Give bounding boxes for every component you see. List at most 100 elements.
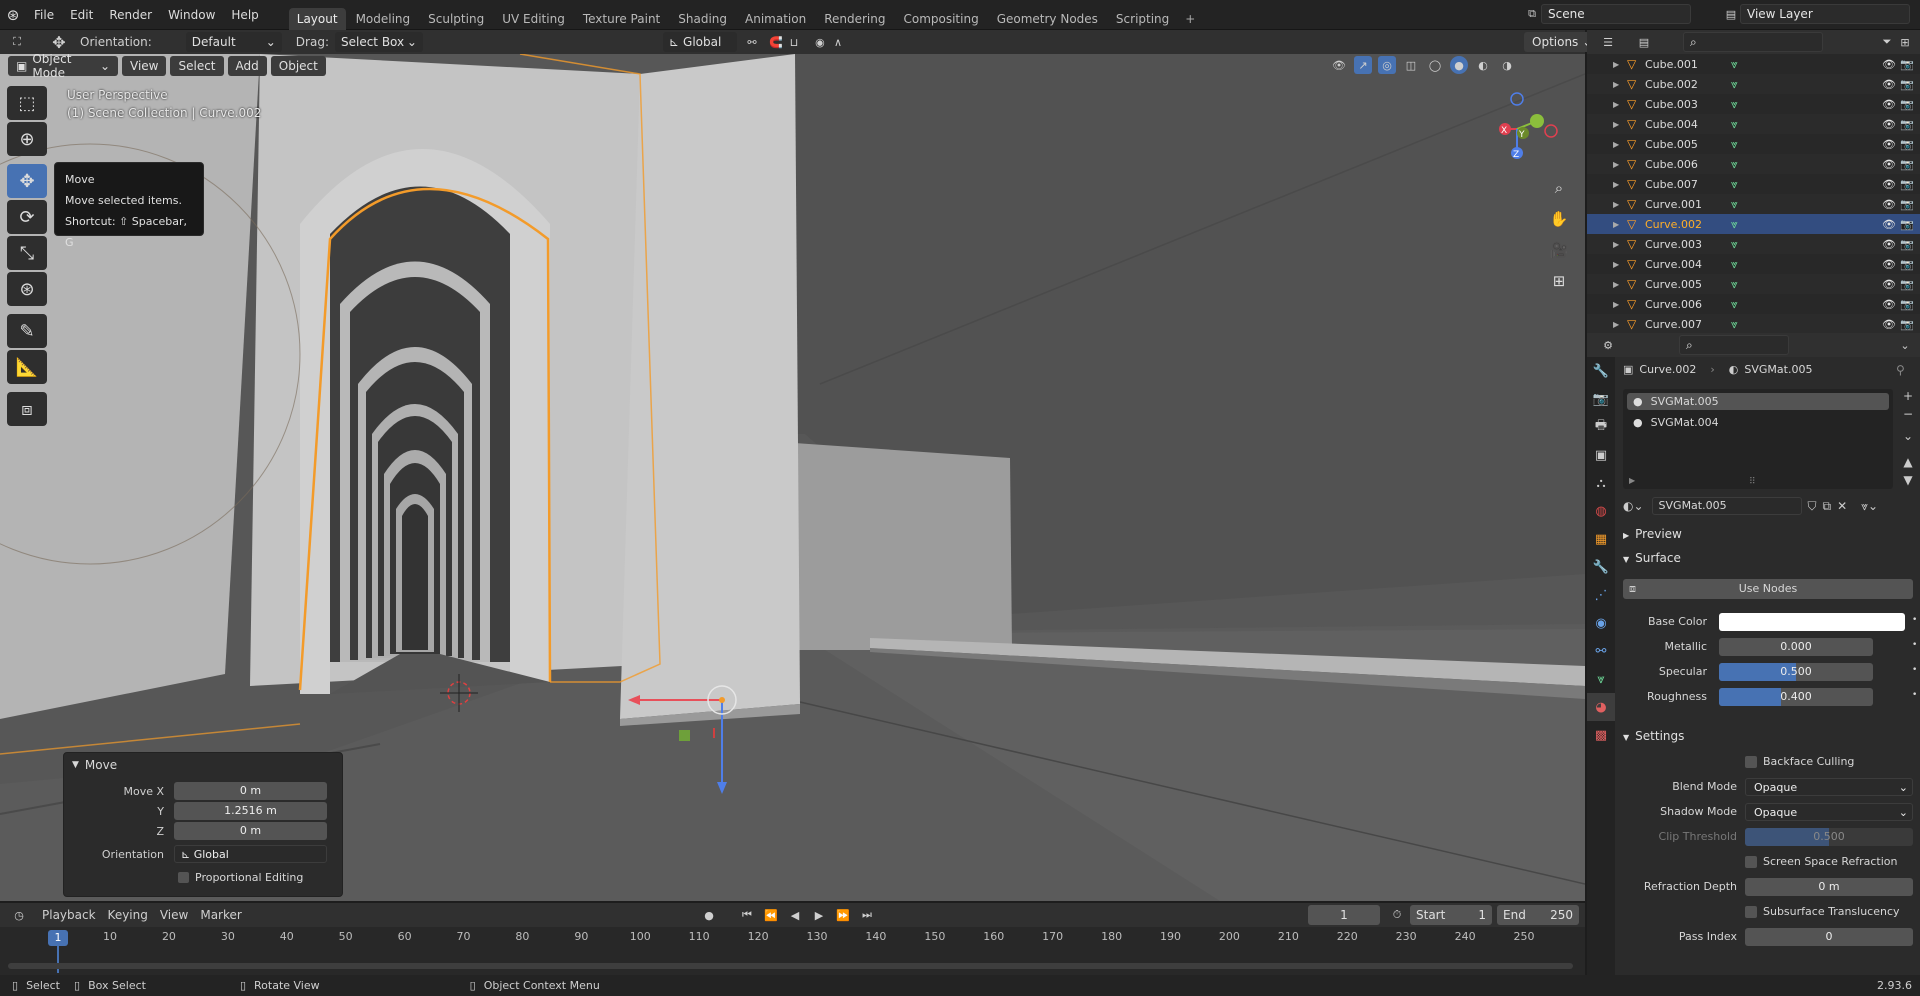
menu-file[interactable]: File — [26, 0, 62, 30]
editor-type-icon[interactable]: ⛶ — [8, 33, 26, 51]
add-cube-tool-icon[interactable]: ⧈ — [7, 392, 47, 426]
render-tab-icon[interactable]: 📷 — [1587, 385, 1615, 413]
render-camera-icon[interactable]: 📷 — [1900, 138, 1914, 151]
outliner-row[interactable]: ▶ ▽ Cube.004 ⩔ 👁 📷 — [1587, 114, 1920, 134]
view-layer-tab-icon[interactable]: ▣ — [1587, 441, 1615, 469]
pass-index-field[interactable]: 0 — [1745, 928, 1913, 946]
move-z-field[interactable]: 0 m — [174, 822, 327, 840]
menu-window[interactable]: Window — [160, 0, 223, 30]
blend-mode-dropdown[interactable]: Opaque ⌄ — [1745, 778, 1913, 796]
backface-culling-checkbox[interactable] — [1745, 756, 1757, 768]
tab-layout[interactable]: Layout — [288, 7, 346, 30]
expand-triangle-icon[interactable]: ▶ — [1629, 476, 1635, 485]
outliner-row[interactable]: ▶ ▽ Curve.001 ⩔ 👁 📷 — [1587, 194, 1920, 214]
duplicate-icon[interactable]: ⧉ — [1823, 499, 1832, 514]
new-collection-icon[interactable]: ⊞ — [1896, 33, 1914, 51]
outliner-editor-icon[interactable]: ☰ — [1599, 33, 1617, 51]
outliner-row[interactable]: ▶ ▽ Curve.006 ⩔ 👁 📷 — [1587, 294, 1920, 314]
menu-add[interactable]: Add — [227, 56, 267, 76]
tab-geometry-nodes[interactable]: Geometry Nodes — [989, 8, 1106, 30]
tab-shading[interactable]: Shading — [670, 8, 735, 30]
jump-start-icon[interactable]: ⏮ — [738, 906, 756, 924]
move-y-field[interactable]: 1.2516 m — [174, 802, 327, 820]
socket-dot-icon[interactable]: • — [1912, 640, 1917, 650]
menu-object[interactable]: Object — [270, 56, 326, 76]
proportional-edit-icon[interactable]: ◉ — [811, 33, 829, 51]
data-tab-icon[interactable]: ⩔ — [1587, 665, 1615, 693]
remove-slot-icon[interactable]: − — [1899, 407, 1917, 425]
material-browse-icon[interactable]: ◐⌄ — [1623, 499, 1644, 513]
fake-user-icon[interactable]: ⛉ — [1808, 499, 1817, 514]
eye-icon[interactable]: 👁 — [1882, 318, 1896, 331]
playhead[interactable]: 1 — [48, 930, 68, 946]
snap-target-icon[interactable]: ⊔ — [785, 33, 803, 51]
scene-field[interactable]: Scene — [1541, 4, 1691, 24]
next-keyframe-icon[interactable]: ⏩ — [834, 906, 852, 924]
scale-tool-icon[interactable]: ⤡ — [7, 236, 47, 270]
eye-icon[interactable]: 👁 — [1882, 258, 1896, 271]
menu-help[interactable]: Help — [223, 0, 266, 30]
move-tool-button-icon[interactable]: ✥ — [7, 164, 47, 198]
tab-rendering[interactable]: Rendering — [816, 8, 893, 30]
disclosure-triangle-icon[interactable]: ▶ — [1613, 240, 1627, 249]
clock-icon[interactable]: ⏱ — [1388, 906, 1406, 924]
slot-item[interactable]: ● SVGMat.004 — [1627, 414, 1889, 431]
refraction-depth-field[interactable]: 0 m — [1745, 878, 1913, 896]
cursor-tool-icon[interactable]: ⊕ — [7, 122, 47, 156]
measure-tool-icon[interactable]: 📐 — [7, 350, 47, 384]
tab-scripting[interactable]: Scripting — [1108, 8, 1177, 30]
modifier-tab-icon[interactable]: 🔧 — [1587, 553, 1615, 581]
tab-sculpting[interactable]: Sculpting — [420, 8, 492, 30]
start-frame-field[interactable]: Start 1 — [1410, 905, 1492, 925]
solid-shading-icon[interactable]: ● — [1450, 56, 1468, 74]
menu-render[interactable]: Render — [101, 0, 160, 30]
drag-dropdown[interactable]: Select Box ⌄ — [334, 32, 423, 52]
eye-icon[interactable]: 👁 — [1882, 178, 1896, 191]
menu-view[interactable]: View — [122, 56, 167, 76]
physics-tab-icon[interactable]: ◉ — [1587, 609, 1615, 637]
outliner-row[interactable]: ▶ ▽ Cube.007 ⩔ 👁 📷 — [1587, 174, 1920, 194]
move-down-icon[interactable]: ▼ — [1899, 473, 1917, 491]
disclosure-triangle-icon[interactable]: ▶ — [1613, 100, 1627, 109]
object-tab-icon[interactable]: ▦ — [1587, 525, 1615, 553]
falloff-icon[interactable]: ∧ — [829, 33, 847, 51]
render-camera-icon[interactable]: 📷 — [1900, 218, 1914, 231]
outliner-row[interactable]: ▶ ▽ Curve.003 ⩔ 👁 📷 — [1587, 234, 1920, 254]
render-camera-icon[interactable]: 📷 — [1900, 238, 1914, 251]
outliner-row[interactable]: ▶ ▽ Curve.002 ⩔ 👁 📷 — [1587, 214, 1920, 234]
render-camera-icon[interactable]: 📷 — [1900, 158, 1914, 171]
constraints-tab-icon[interactable]: ⚯ — [1587, 637, 1615, 665]
particles-tab-icon[interactable]: ⋰ — [1587, 581, 1615, 609]
tab-texture-paint[interactable]: Texture Paint — [575, 8, 668, 30]
clip-threshold-slider[interactable]: 0.500 — [1745, 828, 1913, 846]
display-mode-icon[interactable]: ▤ — [1635, 33, 1653, 51]
material-name-field[interactable]: SVGMat.005 — [1651, 497, 1802, 515]
outliner-search[interactable]: ⌕ — [1683, 32, 1823, 52]
move-x-field[interactable]: 0 m — [174, 782, 327, 800]
metallic-field[interactable]: 0.000 — [1719, 638, 1873, 656]
timeline-area[interactable]: 1102030405060708090100110120130140150160… — [0, 927, 1585, 975]
disclosure-triangle-icon[interactable]: ▶ — [1613, 60, 1627, 69]
record-icon[interactable]: ● — [700, 906, 718, 924]
add-slot-icon[interactable]: + — [1899, 389, 1917, 407]
render-camera-icon[interactable]: 📷 — [1900, 58, 1914, 71]
disclosure-triangle-icon[interactable]: ▶ — [1613, 300, 1627, 309]
outliner-row[interactable]: ▶ ▽ Cube.003 ⩔ 👁 📷 — [1587, 94, 1920, 114]
visibility-icon[interactable]: 👁 — [1330, 56, 1348, 74]
link-type-icon[interactable]: ⩔⌄ — [1861, 499, 1878, 514]
pin-icon[interactable]: ⚲ — [1896, 363, 1905, 377]
outliner-row[interactable]: ▶ ▽ Cube.006 ⩔ 👁 📷 — [1587, 154, 1920, 174]
play-icon[interactable]: ▶ — [810, 906, 828, 924]
render-camera-icon[interactable]: 📷 — [1900, 198, 1914, 211]
jump-end-icon[interactable]: ⏭ — [858, 906, 876, 924]
unlink-icon[interactable]: ✕ — [1837, 499, 1847, 513]
navigation-gizmo[interactable]: X Y Z — [1480, 79, 1560, 169]
eye-icon[interactable]: 👁 — [1882, 278, 1896, 291]
camera-view-icon[interactable]: 🎥 — [1545, 236, 1573, 264]
tool-tab-icon[interactable]: 🔧 — [1587, 357, 1615, 385]
render-camera-icon[interactable]: 📷 — [1900, 98, 1914, 111]
eye-icon[interactable]: 👁 — [1882, 198, 1896, 211]
orientation-dropdown[interactable]: Default ⌄ — [185, 32, 282, 52]
texture-tab-icon[interactable]: ▩ — [1587, 721, 1615, 749]
roughness-slider[interactable]: 0.400 — [1719, 688, 1873, 706]
